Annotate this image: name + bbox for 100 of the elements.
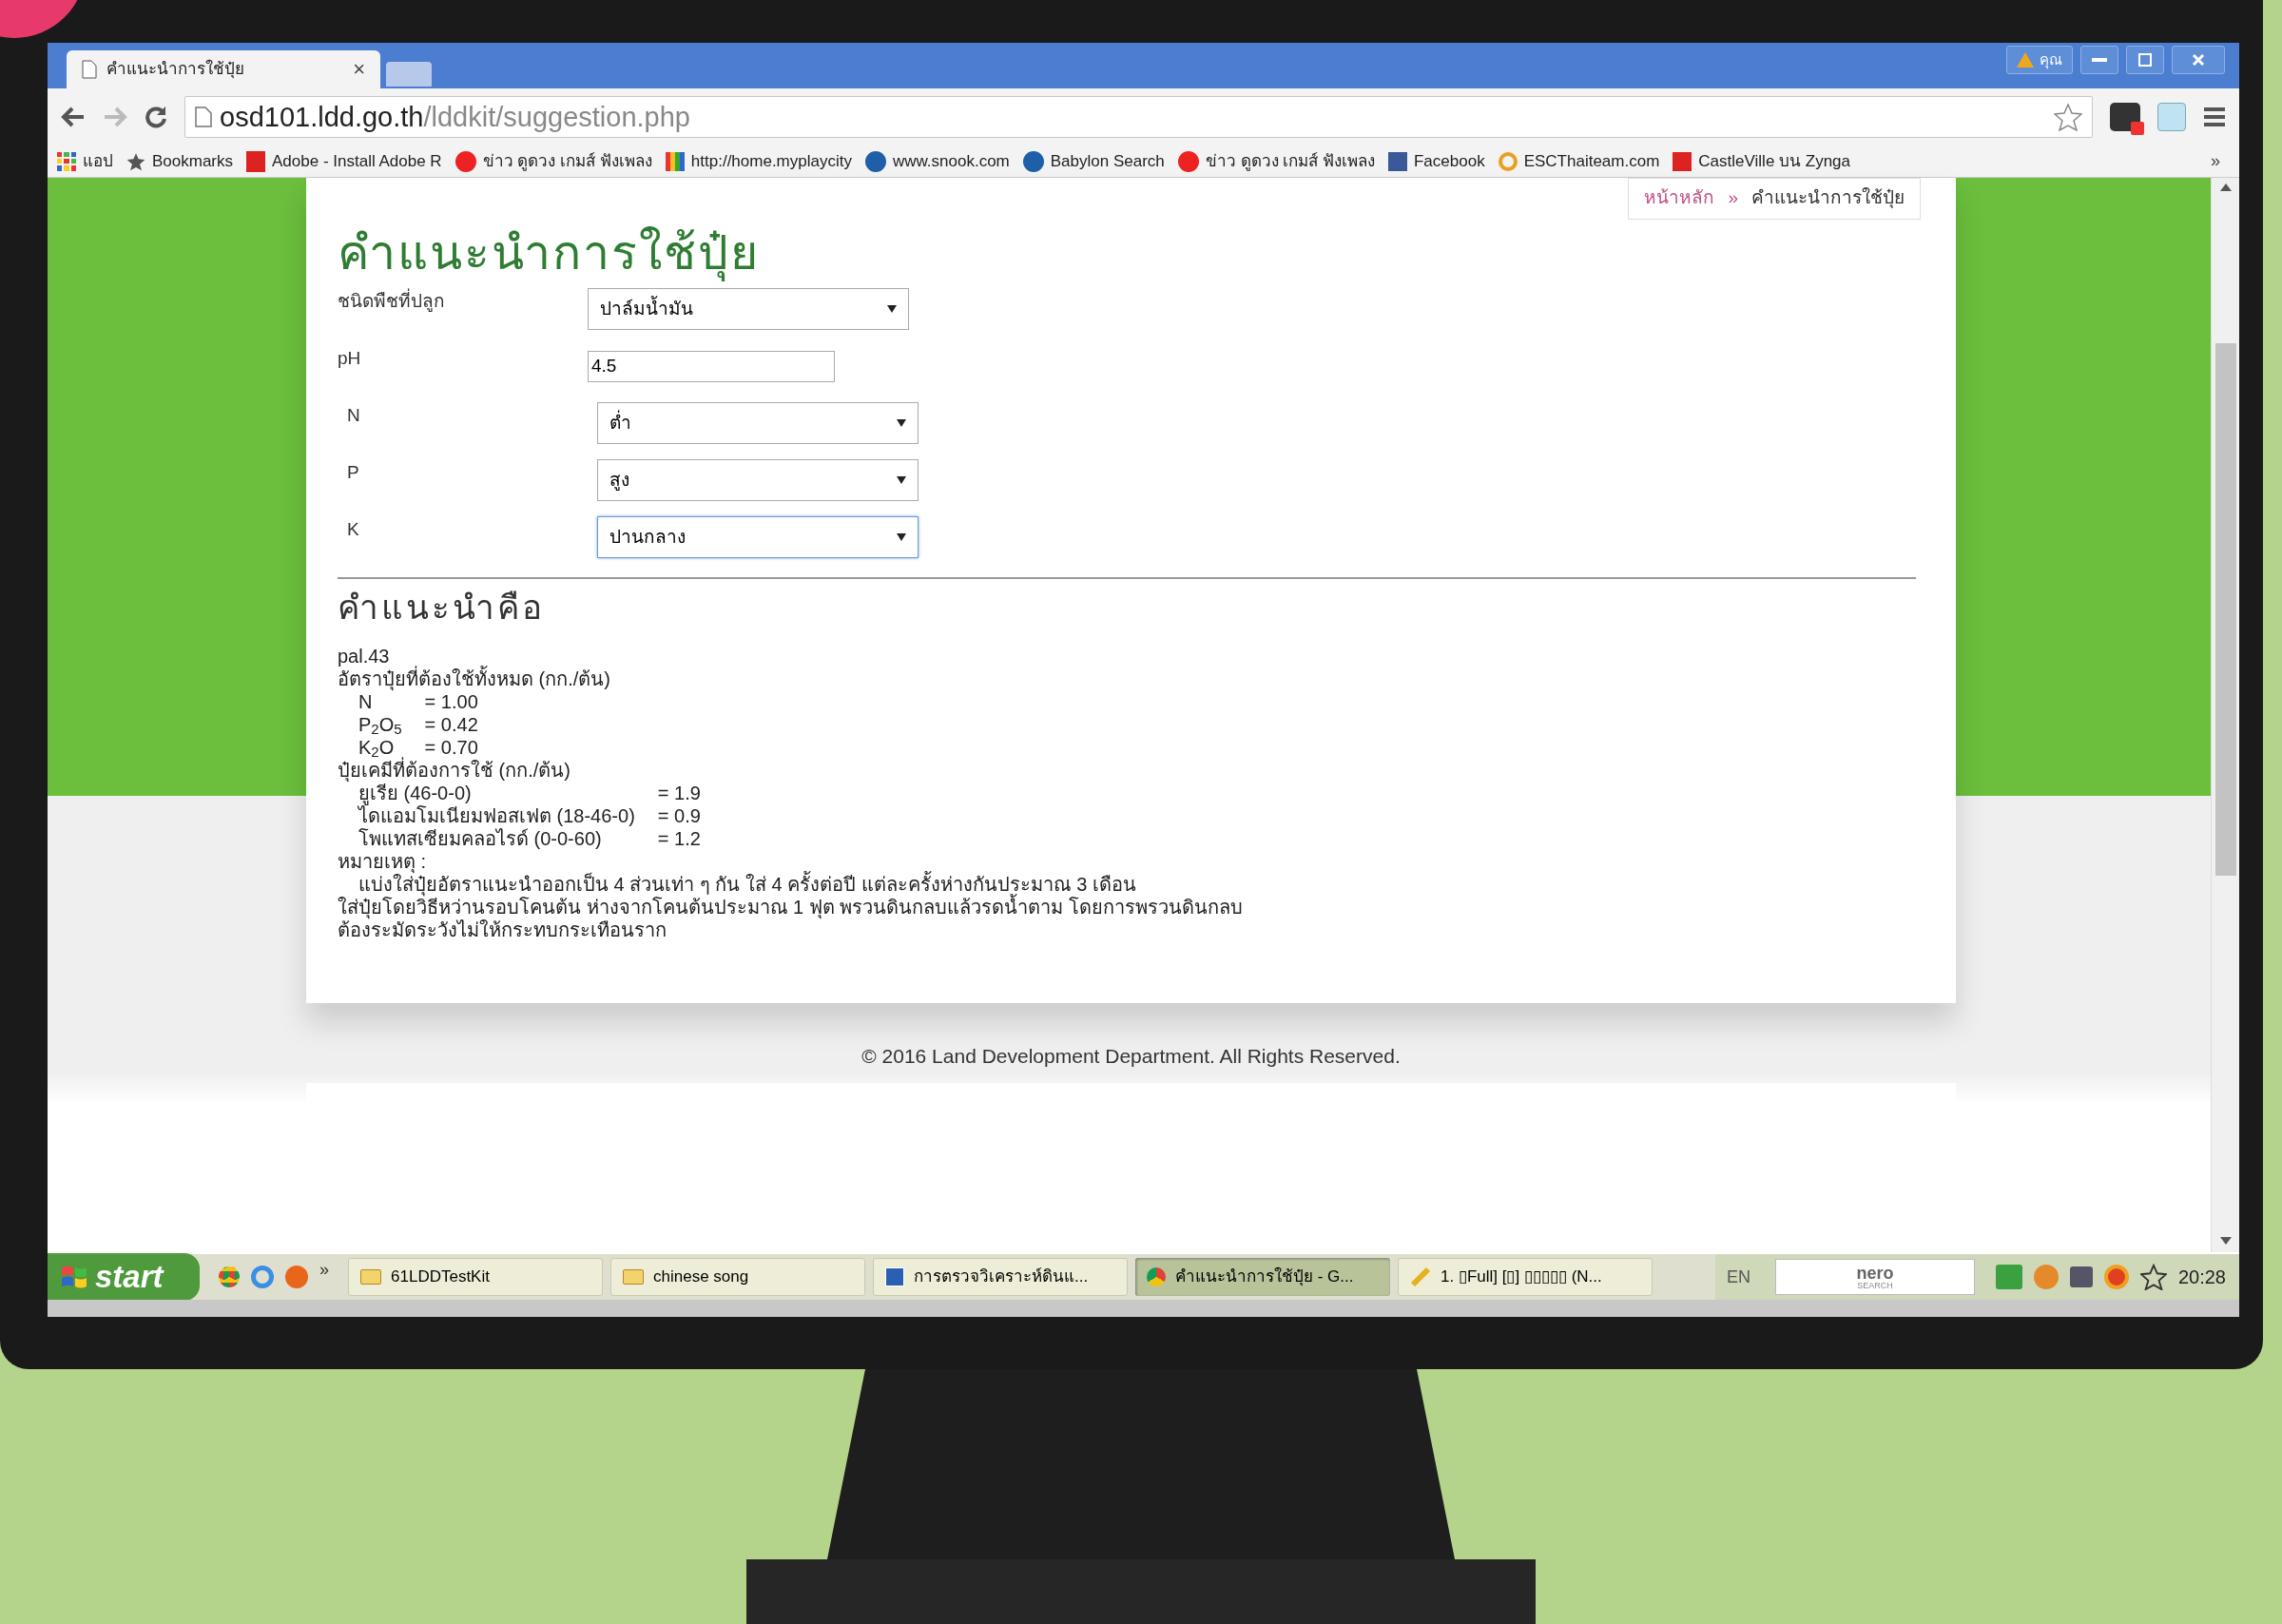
field-label: P <box>346 461 360 484</box>
result-text: ต้องระมัดระวังไม่ให้กระทบกระเทือนราก <box>338 918 667 941</box>
clip-extension-icon[interactable] <box>2157 103 2186 131</box>
taskbar-button[interactable]: คำแนะนำการใช้ปุ๋ย - G... <box>1135 1258 1390 1296</box>
reload-icon[interactable] <box>145 106 167 128</box>
result-text: K$_{2}$O <box>358 735 395 759</box>
dropdown[interactable]: สูง <box>597 459 919 501</box>
windows-logo-icon <box>61 1265 87 1289</box>
taskbar-button[interactable]: chinese song <box>610 1258 865 1296</box>
browser-tab[interactable]: คำแนะนำการใช้ปุ๋ย × <box>67 50 380 88</box>
dropdown[interactable]: ปานกลาง <box>597 516 919 558</box>
result-value: = 1.00 <box>424 690 478 713</box>
restore-button[interactable] <box>2126 46 2164 74</box>
result-text: หมายเหตุ : <box>338 849 427 873</box>
bookmark-link[interactable]: ESCThaiteam.com <box>1498 148 1660 174</box>
breadcrumb-link[interactable]: หน้าหลัก <box>1644 184 1715 211</box>
circle-logo-icon <box>864 150 886 172</box>
result-text: อัตราปุ๋ยที่ต้องใช้ทั้งหมด (กก./ต้น) <box>338 667 611 690</box>
circle-logo-icon <box>1022 150 1044 172</box>
breadcrumb-link[interactable]: » <box>1728 184 1738 211</box>
more-quick-launch-button[interactable]: » <box>319 1256 329 1283</box>
site-logo-icon <box>454 150 476 172</box>
tray-icon <box>2033 1265 2059 1289</box>
caret-icon <box>897 533 906 541</box>
star-icon <box>126 151 145 171</box>
caret-icon <box>897 419 906 427</box>
result-text: P$_{2}$O$_{5}$ <box>358 712 402 736</box>
pencil-icon <box>1410 1266 1431 1287</box>
forward-icon[interactable] <box>103 106 127 127</box>
warning-icon <box>2017 52 2034 68</box>
bookmark-link[interactable]: Babylon Search <box>1022 148 1165 174</box>
result-value: = 0.9 <box>657 803 702 827</box>
chrome-icon[interactable] <box>219 1266 240 1287</box>
text-input-field[interactable]: 4.5 <box>588 350 835 382</box>
adobe-icon <box>246 150 266 172</box>
document-icon <box>885 1267 904 1286</box>
more-bookmarks-button[interactable]: » <box>2211 148 2220 174</box>
menu-icon[interactable] <box>2203 106 2226 127</box>
star-icon <box>2139 1264 2167 1290</box>
result-text: ปุ๋ยเคมีที่ต้องการใช้ (กก./ต้น) <box>338 758 571 782</box>
bars-logo-icon <box>665 151 685 171</box>
bookmark-link[interactable]: แอป <box>57 148 113 174</box>
bookmark-link[interactable]: CastleVille บน Zynga <box>1673 148 1851 174</box>
url-path: /lddkit/suggestion.php <box>423 101 690 132</box>
field-label: ชนิดพืชที่ปลูก <box>338 280 588 316</box>
close-tab-button[interactable]: × <box>353 59 365 80</box>
bookmark-link[interactable]: Bookmarks <box>126 148 234 174</box>
page-icon <box>82 60 97 79</box>
result-text: ยูเรีย (46-0-0) <box>358 782 472 804</box>
result-text: ใส่ปุ๋ยโดยวิธีหว่านรอบโคนต้น ห่างจากโคนต้นประมาณ 1 ฟุต พรวนดินกลบแล้วรดน้ำตาม โดยการพรวนดินกลบ <box>338 895 1244 918</box>
result-value: = 0.42 <box>424 712 479 736</box>
speaker-icon[interactable] <box>2069 1266 2093 1287</box>
scroll-up-icon[interactable] <box>2219 184 2232 191</box>
bookmark-link[interactable]: ข่าว ดูดวง เกมส์ ฟังเพลง <box>454 148 652 174</box>
bookmark-link[interactable]: ข่าว ดูดวง เกมส์ ฟังเพลง <box>1177 148 1375 174</box>
bookmark-link[interactable]: Adobe - Install Adobe R <box>246 148 442 174</box>
result-heading: คำแนะนำคือ <box>338 588 546 628</box>
circle-logo-icon <box>1498 151 1518 171</box>
search-field[interactable]: nero SEARCH <box>1774 1259 1975 1295</box>
arrow-button-icon[interactable] <box>1995 1265 2022 1289</box>
result-value: = 0.70 <box>424 735 478 758</box>
field-label: pH <box>338 347 362 370</box>
page-icon <box>195 106 212 127</box>
field-label: K <box>346 518 360 541</box>
dropdown[interactable]: ต่ำ <box>597 402 919 444</box>
castle-logo-icon <box>1673 151 1692 171</box>
taskbar-button[interactable]: 61LDDTestKit <box>348 1258 603 1296</box>
facebook-icon <box>1388 151 1407 171</box>
bookmark-link[interactable]: http://home.myplaycity <box>665 148 852 174</box>
dropdown[interactable]: ปาล์มน้ำมัน <box>588 288 909 330</box>
minimize-button[interactable] <box>2080 46 2118 74</box>
bookmark-link[interactable]: www.snook.com <box>864 148 1010 174</box>
result-value: = 1.9 <box>657 781 702 804</box>
bookmark-link[interactable]: Facebook <box>1388 148 1485 174</box>
back-icon[interactable] <box>61 106 86 127</box>
result-text: pal.43 <box>338 644 390 667</box>
result-text: ไดแอมโมเนียมฟอสเฟต (18-46-0) <box>358 803 635 827</box>
address-bar[interactable]: osd101.ldd.go.th/lddkit/suggestion.php <box>184 96 2093 138</box>
result-text: N <box>358 690 373 713</box>
star-icon[interactable] <box>2054 103 2082 131</box>
clock-text: 20:28 <box>2177 1266 2226 1289</box>
result-value: = 1.2 <box>657 826 702 850</box>
taskbar-button[interactable]: 1. ▯Full] [▯] ▯▯▯▯▯ (N... <box>1398 1258 1653 1296</box>
scrollbar[interactable] <box>2211 178 2239 1252</box>
folder-icon <box>360 1269 381 1285</box>
browser-e-icon[interactable] <box>251 1266 274 1288</box>
result-text: โพแทสเซียมคลอไรด์ (0-0-60) <box>358 826 603 850</box>
close-window-button[interactable] <box>2172 46 2225 74</box>
firefox-icon[interactable] <box>285 1266 308 1288</box>
copyright-text: © 2016 Land Development Department. All Rights Reserved. <box>861 1044 1402 1069</box>
site-logo-icon <box>1177 150 1199 172</box>
apps-grid-icon <box>57 151 76 171</box>
field-label: N <box>346 404 361 427</box>
scroll-down-icon[interactable] <box>2219 1237 2232 1245</box>
chrome-icon <box>1147 1267 1166 1286</box>
language-indicator[interactable]: EN <box>1726 1264 1750 1290</box>
close-icon <box>2192 53 2205 67</box>
url-host: osd101.ldd.go.th <box>220 101 424 132</box>
folder-icon <box>623 1269 644 1285</box>
taskbar-button[interactable]: การตรวจวิเคราะห์ดินแ... <box>873 1258 1128 1296</box>
